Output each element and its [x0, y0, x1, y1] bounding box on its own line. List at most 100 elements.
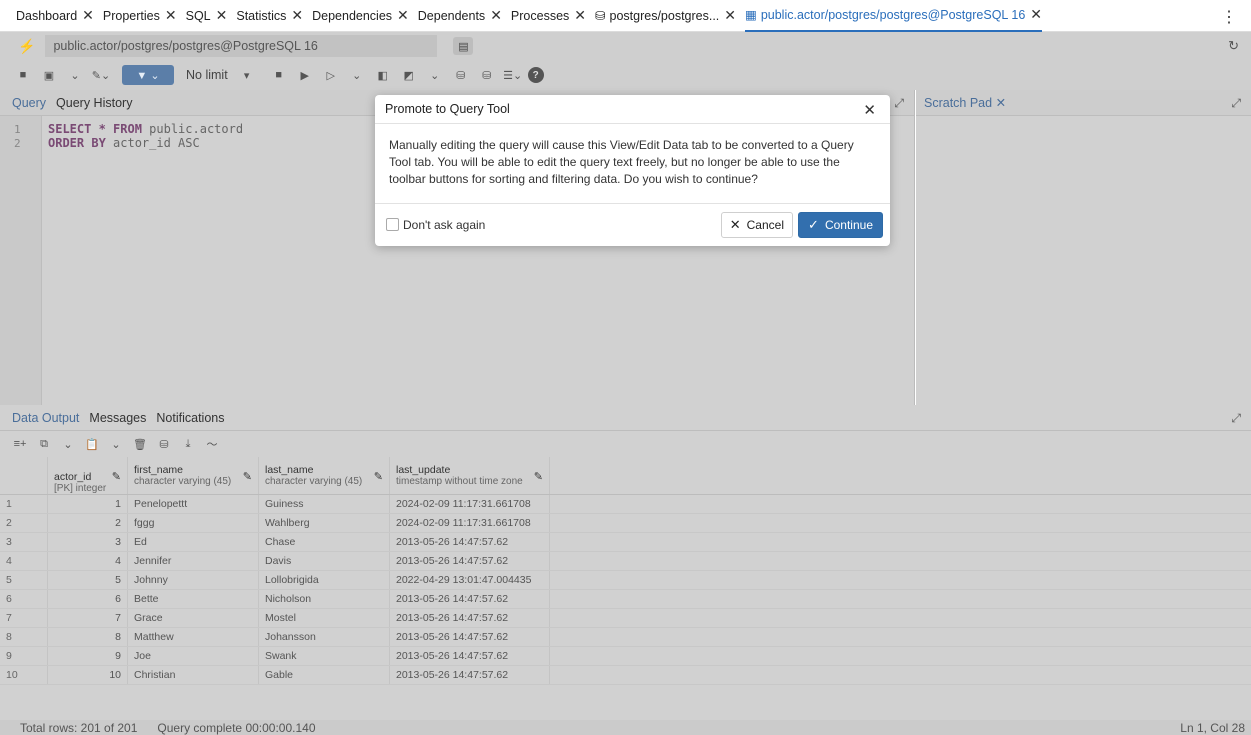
table-cell[interactable]: Wahlberg: [259, 514, 390, 532]
tab-2[interactable]: SQL ✕: [186, 0, 228, 32]
filter-button[interactable]: ▼ ⌄: [122, 65, 174, 85]
table-cell[interactable]: Jennifer: [128, 552, 259, 570]
tab-7[interactable]: ⛁ postgres/postgres... ✕: [595, 0, 736, 32]
table-row[interactable]: 3 3 Ed Chase 2013-05-26 14:47:57.62: [0, 533, 1251, 552]
close-icon[interactable]: ✕: [574, 7, 586, 24]
code-line[interactable]: SELECT * FROM public.actord: [48, 122, 243, 136]
tab-3[interactable]: Statistics ✕: [236, 0, 303, 32]
table-row[interactable]: 4 4 Jennifer Davis 2013-05-26 14:47:57.62: [0, 552, 1251, 571]
close-icon[interactable]: ✕: [216, 7, 228, 24]
continue-button[interactable]: ✓ Continue: [798, 212, 883, 238]
save-file-icon[interactable]: ▣: [38, 65, 60, 85]
table-cell[interactable]: 2013-05-26 14:47:57.62: [390, 666, 550, 684]
table-cell[interactable]: 7: [48, 609, 128, 627]
table-row[interactable]: 8 8 Matthew Johansson 2013-05-26 14:47:57.62: [0, 628, 1251, 647]
expand-editor-icon[interactable]: ⤢: [894, 96, 904, 111]
table-cell[interactable]: 9: [48, 647, 128, 665]
table-cell[interactable]: 2013-05-26 14:47:57.62: [390, 533, 550, 551]
table-cell[interactable]: 2013-05-26 14:47:57.62: [390, 590, 550, 608]
more-options-icon[interactable]: ⋮: [1221, 7, 1237, 27]
tab-messages[interactable]: Messages: [89, 411, 146, 425]
tab-5[interactable]: Dependents ✕: [418, 0, 502, 32]
table-cell[interactable]: Guiness: [259, 495, 390, 513]
table-row[interactable]: 5 5 Johnny Lollobrigida 2022-04-29 13:01:47.…: [0, 571, 1251, 590]
table-cell[interactable]: Christian: [128, 666, 259, 684]
tab-4[interactable]: Dependencies ✕: [312, 0, 409, 32]
dont-ask-checkbox[interactable]: [386, 218, 399, 231]
close-icon[interactable]: ✕: [82, 7, 94, 24]
table-cell[interactable]: Joe: [128, 647, 259, 665]
table-row[interactable]: 2 2 fggg Wahlberg 2024-02-09 11:17:31.661708: [0, 514, 1251, 533]
delete-icon[interactable]: 🗑: [130, 435, 150, 453]
table-row[interactable]: 1 1 Penelopettt Guiness 2024-02-09 11:17:31.…: [0, 495, 1251, 514]
column-header-last-name[interactable]: last_name character varying (45) ✎: [259, 457, 390, 494]
close-icon[interactable]: ✕: [490, 7, 502, 24]
table-cell[interactable]: 8: [48, 628, 128, 646]
graph-icon[interactable]: 〜: [202, 435, 222, 453]
table-cell[interactable]: 2013-05-26 14:47:57.62: [390, 552, 550, 570]
edit-column-icon[interactable]: ✎: [243, 470, 252, 483]
table-row[interactable]: 10 10 Christian Gable 2013-05-26 14:47:57.62: [0, 666, 1251, 685]
close-icon[interactable]: ✕: [397, 7, 409, 24]
table-cell[interactable]: 3: [48, 533, 128, 551]
close-icon[interactable]: ✕: [165, 7, 177, 24]
table-row[interactable]: 9 9 Joe Swank 2013-05-26 14:47:57.62: [0, 647, 1251, 666]
tab-scratch-pad[interactable]: Scratch Pad ✕: [924, 95, 1006, 110]
dont-ask-label[interactable]: Don't ask again: [403, 218, 485, 232]
table-cell[interactable]: 4: [48, 552, 128, 570]
table-cell[interactable]: Johansson: [259, 628, 390, 646]
tab-1[interactable]: Properties ✕: [103, 0, 177, 32]
tab-query-history[interactable]: Query History: [56, 96, 132, 110]
explain-chevron-icon[interactable]: ⌄: [424, 65, 446, 85]
execute-options-icon[interactable]: ▷: [320, 65, 342, 85]
table-cell[interactable]: Bette: [128, 590, 259, 608]
table-cell[interactable]: Swank: [259, 647, 390, 665]
table-cell[interactable]: Davis: [259, 552, 390, 570]
table-cell[interactable]: Johnny: [128, 571, 259, 589]
help-icon[interactable]: ?: [527, 67, 544, 83]
expand-scratch-icon[interactable]: ⤢: [1231, 96, 1241, 111]
table-cell[interactable]: 2024-02-09 11:17:31.661708: [390, 514, 550, 532]
edit-column-icon[interactable]: ✎: [374, 470, 383, 483]
table-cell[interactable]: 1: [48, 495, 128, 513]
copy-icon[interactable]: ⧉: [34, 435, 54, 453]
close-icon[interactable]: ✕: [291, 7, 303, 24]
table-cell[interactable]: 2024-02-09 11:17:31.661708: [390, 495, 550, 513]
copy-chevron-icon[interactable]: ⌄: [58, 435, 78, 453]
commit-icon[interactable]: ⛁: [450, 65, 472, 85]
close-icon[interactable]: ✕: [724, 7, 736, 24]
tab-notifications[interactable]: Notifications: [156, 411, 224, 425]
table-cell[interactable]: Lollobrigida: [259, 571, 390, 589]
table-row[interactable]: 7 7 Grace Mostel 2013-05-26 14:47:57.62: [0, 609, 1251, 628]
table-cell[interactable]: Mostel: [259, 609, 390, 627]
table-row[interactable]: 6 6 Bette Nicholson 2013-05-26 14:47:57.62: [0, 590, 1251, 609]
edit-column-icon[interactable]: ✎: [534, 470, 543, 483]
connection-status-icon[interactable]: ⚡: [18, 38, 35, 55]
open-file-icon[interactable]: ■: [12, 65, 34, 85]
edit-icon[interactable]: ✎⌄: [90, 65, 112, 85]
column-header-first-name[interactable]: first_name character varying (45) ✎: [128, 457, 259, 494]
rollback-icon[interactable]: ⛁: [476, 65, 498, 85]
execute-icon[interactable]: ▶: [294, 65, 316, 85]
table-cell[interactable]: 6: [48, 590, 128, 608]
paste-chevron-icon[interactable]: ⌄: [106, 435, 126, 453]
close-icon[interactable]: ✕: [996, 96, 1006, 110]
save-data-icon[interactable]: ⛁: [154, 435, 174, 453]
add-row-icon[interactable]: ≡+: [10, 435, 30, 453]
tab-6[interactable]: Processes ✕: [511, 0, 586, 32]
tab-data-output[interactable]: Data Output: [12, 411, 79, 425]
stop-icon[interactable]: ■: [268, 65, 290, 85]
table-cell[interactable]: Matthew: [128, 628, 259, 646]
table-cell[interactable]: 2013-05-26 14:47:57.62: [390, 647, 550, 665]
refresh-icon[interactable]: ↻: [1228, 38, 1239, 54]
close-icon[interactable]: ✕: [863, 101, 876, 119]
table-cell[interactable]: 2022-04-29 13:01:47.004435: [390, 571, 550, 589]
limit-chevron-icon[interactable]: ▾: [236, 65, 258, 85]
cancel-button[interactable]: ✕ Cancel: [720, 212, 793, 238]
table-cell[interactable]: 2: [48, 514, 128, 532]
table-cell[interactable]: 2013-05-26 14:47:57.62: [390, 628, 550, 646]
explain-analyze-icon[interactable]: ◩: [398, 65, 420, 85]
download-icon[interactable]: ⤓: [178, 435, 198, 453]
save-options-chevron-icon[interactable]: ⌄: [64, 65, 86, 85]
table-cell[interactable]: Chase: [259, 533, 390, 551]
